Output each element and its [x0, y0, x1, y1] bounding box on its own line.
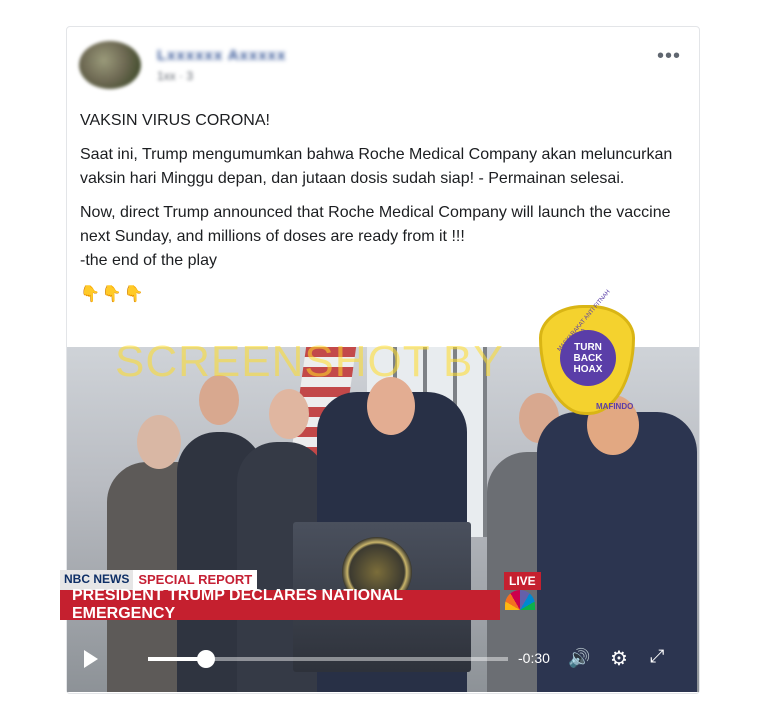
progress-knob[interactable] — [196, 650, 215, 668]
play-icon[interactable] — [84, 650, 98, 668]
volume-icon[interactable]: 🔊 — [568, 648, 590, 669]
badge-center-text: TURN BACK HOAX — [560, 330, 616, 386]
post-paragraph-english: Now, direct Trump announced that Roche M… — [80, 204, 671, 245]
person-head — [269, 389, 309, 439]
screenshot-watermark: SCREENSHOT BY — [115, 337, 504, 386]
post-title: VAKSIN VIRUS CORONA! — [80, 112, 270, 129]
person-head — [137, 415, 181, 469]
news-headline: PRESIDENT TRUMP DECLARES NATIONAL EMERGE… — [60, 587, 500, 622]
gear-icon[interactable]: ⚙ — [610, 646, 628, 671]
post-text: VAKSIN VIRUS CORONA! Saat ini, Trump men… — [80, 109, 680, 307]
fullscreen-icon[interactable]: ⤢ — [650, 646, 664, 667]
post-paragraph-indonesian: Saat ini, Trump mengumumkan bahwa Roche … — [80, 146, 673, 187]
post-paragraph-english-end: -the end of the play — [80, 252, 217, 269]
more-options-icon[interactable]: ••• — [657, 46, 681, 66]
live-badge: LIVE — [504, 572, 541, 590]
pointing-down-emojis: 👇👇👇 — [80, 286, 146, 303]
badge-bottom-text: MAFINDO — [596, 402, 634, 411]
post-timestamp[interactable]: 1xx · 3 — [157, 69, 193, 83]
avatar[interactable] — [79, 41, 141, 89]
progress-bar[interactable] — [148, 650, 508, 668]
post-header: Lxxxxxx Axxxxx 1xx · 3 ••• — [79, 41, 687, 91]
video-controls: -0:30 🔊 ⚙ ⤢ — [66, 640, 700, 680]
author-name[interactable]: Lxxxxxx Axxxxx — [157, 47, 286, 64]
time-remaining: -0:30 — [518, 650, 550, 666]
